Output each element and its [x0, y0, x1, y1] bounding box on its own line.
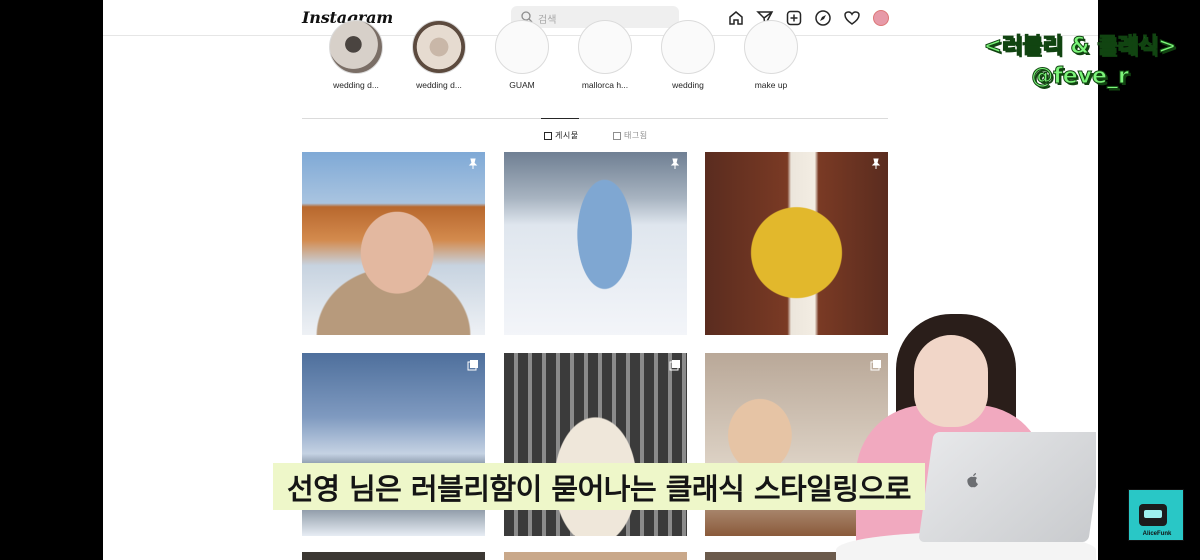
tab-posts[interactable]: 게시물: [544, 130, 579, 141]
highlight-cover: [744, 20, 798, 74]
tag-icon: [613, 131, 621, 140]
pin-icon: [670, 158, 680, 169]
post-tile[interactable]: [302, 552, 485, 560]
tab-label: 태그됨: [624, 131, 648, 140]
highlight-cover: [412, 20, 466, 74]
video-title-overlay: <러블리 & 클래식> @feve_r: [970, 32, 1190, 92]
highlight-item[interactable]: mallorca h...: [570, 20, 640, 90]
post-tile[interactable]: [302, 152, 485, 335]
post-tile[interactable]: [504, 152, 687, 335]
highlight-label: mallorca h...: [581, 80, 629, 90]
highlight-label: make up: [754, 80, 788, 90]
overlay-title: <러블리 & 클래식>: [983, 34, 1177, 60]
presenter-image: [836, 300, 1096, 560]
laptop: [918, 432, 1096, 542]
carousel-icon: [467, 360, 478, 371]
tab-tagged[interactable]: 태그됨: [613, 130, 648, 141]
subtitle-caption: 선영 님은 러블리함이 묻어나는 클래식 스타일링으로: [273, 463, 925, 510]
channel-name: AliceFunk: [1142, 531, 1172, 537]
channel-logo: AliceFunk: [1128, 489, 1184, 541]
video-frame: Instagram 검색 wedding d... wedding d... G…: [0, 0, 1200, 560]
apple-logo-icon: [967, 473, 978, 488]
tab-label: 게시물: [555, 131, 579, 140]
presenter-hand: [954, 380, 980, 420]
subtitle-text: 선영 님은 러블리함이 묻어나는 클래식 스타일링으로: [287, 471, 911, 506]
highlight-item[interactable]: make up: [736, 20, 806, 90]
story-highlights: wedding d... wedding d... GUAM mallorca …: [321, 20, 821, 90]
active-tab-indicator: [541, 118, 579, 119]
profile-avatar[interactable]: [873, 10, 889, 26]
highlight-label: wedding d...: [416, 80, 462, 90]
post-tile[interactable]: [504, 552, 687, 560]
tv-icon: [1139, 504, 1167, 526]
highlight-cover: [661, 20, 715, 74]
highlight-item[interactable]: GUAM: [487, 20, 557, 90]
overlay-handle: @feve_r: [1031, 64, 1130, 90]
highlight-cover: [578, 20, 632, 74]
heart-icon[interactable]: [843, 9, 861, 27]
highlight-item[interactable]: wedding: [653, 20, 723, 90]
tabs-divider: [302, 118, 888, 119]
highlight-label: wedding: [672, 80, 704, 90]
pin-icon: [871, 158, 881, 169]
carousel-icon: [669, 360, 680, 371]
highlight-label: GUAM: [509, 80, 535, 90]
highlight-item[interactable]: wedding d...: [404, 20, 474, 90]
highlight-item[interactable]: wedding d...: [321, 20, 391, 90]
highlight-label: wedding d...: [333, 80, 379, 90]
pin-icon: [468, 158, 478, 169]
grid-icon: [544, 131, 552, 140]
highlight-cover: [495, 20, 549, 74]
highlight-cover: [329, 20, 383, 74]
